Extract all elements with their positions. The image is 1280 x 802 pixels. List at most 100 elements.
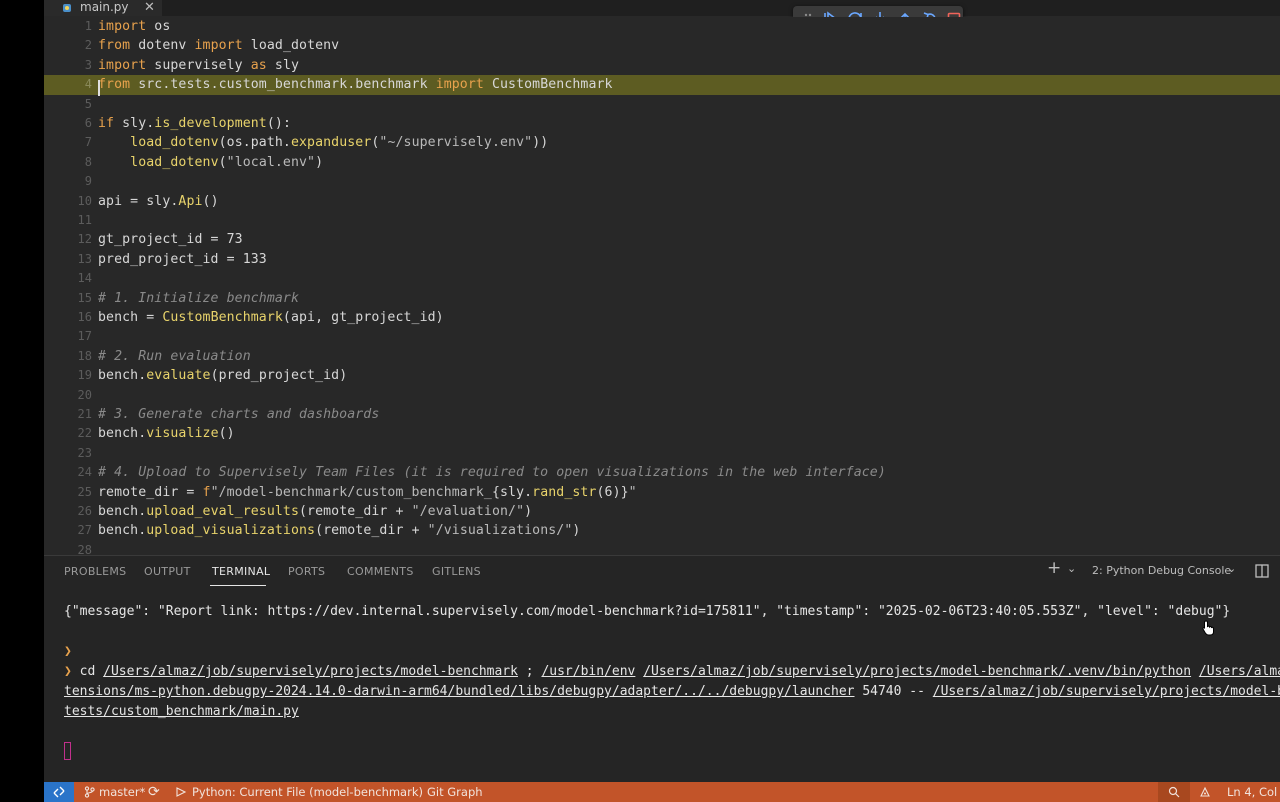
code-line: 7 load_dotenv(os.path.expanduser("~/supe…	[44, 133, 1280, 152]
terminal-path-link[interactable]: /Users/almaz/job/supervisely/projects/mo…	[643, 664, 1191, 679]
tab-gitlens[interactable]: GITLENS	[432, 565, 481, 579]
code-token: ()	[202, 193, 219, 209]
code-line: 14	[44, 269, 1280, 288]
line-number: 7	[84, 135, 92, 150]
feedback-icon[interactable]	[1199, 786, 1211, 798]
hand-pointer-cursor-icon	[1202, 620, 1214, 636]
code-token: ():	[266, 116, 291, 131]
git-branch-button[interactable]: master*	[99, 782, 145, 802]
code-token: import	[435, 77, 484, 93]
remote-indicator-button[interactable]	[44, 782, 74, 802]
code-token: {sly.	[491, 484, 533, 500]
code-line: 25 remote_dir = f"/model-benchmark/custo…	[44, 483, 1280, 502]
terminal-path-link[interactable]: tensions/ms-python.debugpy-2024.14.0-dar…	[64, 684, 855, 699]
code-token: )	[315, 154, 324, 170]
code-token: bench =	[98, 310, 163, 325]
tab-comments[interactable]: COMMENTS	[347, 565, 414, 579]
git-branch-icon	[84, 786, 95, 798]
code-token: from	[98, 38, 131, 54]
code-token: import	[98, 19, 147, 34]
chevron-down-icon[interactable]: ⌄	[1067, 561, 1076, 577]
line-number: 4	[84, 77, 92, 92]
code-comment: # 3. Generate charts and dashboards	[98, 407, 380, 422]
code-token: load_dotenv	[130, 135, 219, 151]
code-editor[interactable]: 1 import os 2 from dotenv import load_do…	[44, 17, 1280, 554]
python-debug-config[interactable]: Python: Current File (model-benchmark)	[192, 782, 423, 802]
bottom-panel: PROBLEMS OUTPUT TERMINAL PORTS COMMENTS …	[44, 555, 1280, 783]
code-token: import	[194, 38, 243, 54]
terminal-command-line: tensions/ms-python.debugpy-2024.14.0-dar…	[64, 682, 1280, 702]
python-file-icon	[63, 4, 71, 12]
code-token: bench.	[98, 368, 147, 384]
terminal-text: ;	[517, 664, 542, 679]
code-token: gt_project_id =	[98, 232, 227, 248]
terminal-text: 54740 --	[854, 684, 933, 699]
code-line: 18 # 2. Run evaluation	[44, 347, 1280, 366]
code-comment: # 4. Upload to Supervisely Team Files (i…	[98, 465, 886, 481]
line-number: 24	[77, 465, 92, 480]
code-token: upload_visualizations	[146, 523, 316, 539]
code-token: "/visualizations/"	[427, 523, 573, 539]
code-token: is_development	[154, 116, 267, 131]
terminal-output-line: {"message": "Report link: https://dev.in…	[64, 604, 1231, 619]
git-graph-button[interactable]: Git Graph	[427, 782, 483, 802]
tab-output[interactable]: OUTPUT	[144, 565, 191, 579]
add-terminal-button[interactable]: +	[1047, 560, 1061, 577]
line-number: 10	[77, 193, 92, 208]
line-number: 13	[77, 251, 92, 266]
terminal-selector[interactable]: 2: Python Debug Console	[1092, 563, 1231, 579]
line-number: 11	[77, 213, 92, 227]
sync-icon[interactable]: ⟳	[148, 782, 160, 802]
left-black-margin	[0, 0, 44, 802]
terminal-path-link[interactable]: tests/custom_benchmark/main.py	[64, 704, 299, 719]
remote-icon	[53, 786, 65, 798]
tab-filename: main.py	[80, 0, 129, 14]
terminal-command-line: ❯ cd /Users/almaz/job/supervisely/projec…	[64, 662, 1280, 682]
editor-tab-main-py[interactable]: main.py ✕	[44, 0, 162, 16]
line-number: 16	[77, 310, 92, 324]
code-token: api = sly.	[98, 193, 179, 209]
terminal-path-link[interactable]: /Users/almaz	[1199, 664, 1280, 679]
code-token: "local.env"	[226, 154, 316, 170]
code-line: 13 pred_project_id = 133	[44, 250, 1280, 269]
terminal-path-link[interactable]: /Users/almaz/job/supervisely/projects/mo…	[933, 684, 1280, 699]
debug-config-icon	[176, 787, 187, 797]
code-token: if	[98, 116, 115, 131]
code-token: "~/supervisely.env"	[379, 135, 533, 151]
code-token: (remote_dir +	[315, 523, 428, 539]
cursor-position[interactable]: Ln 4, Col	[1227, 782, 1277, 802]
code-token: f	[202, 484, 211, 500]
terminal-path-link[interactable]: /usr/bin/env	[541, 664, 635, 679]
code-line: 2 from dotenv import load_dotenv	[44, 36, 1280, 55]
chevron-down-icon[interactable]: ⌄	[1227, 561, 1236, 577]
code-line: 19 bench.evaluate(pred_project_id)	[44, 366, 1280, 385]
code-token: "/evaluation/"	[411, 504, 525, 519]
code-token: (api, gt_project_id)	[282, 310, 444, 325]
terminal-command-line: tests/custom_benchmark/main.py	[64, 702, 299, 722]
code-token: remote_dir =	[98, 484, 203, 500]
code-comment: # 2. Run evaluation	[98, 348, 251, 364]
tab-ports[interactable]: PORTS	[288, 565, 325, 579]
code-token: as	[250, 57, 267, 73]
code-line: 27 bench.upload_visualizations(remote_di…	[44, 521, 1280, 540]
code-token: visualize	[146, 426, 219, 442]
terminal-path-link[interactable]: /Users/almaz/job/supervisely/projects/mo…	[103, 664, 518, 679]
tab-problems[interactable]: PROBLEMS	[64, 565, 126, 579]
text-cursor	[98, 80, 100, 96]
split-panel-icon[interactable]	[1255, 564, 1269, 578]
line-number: 8	[84, 154, 92, 169]
code-token: )	[524, 504, 533, 519]
close-icon[interactable]: ✕	[144, 0, 155, 15]
line-number: 22	[77, 426, 92, 441]
code-token: load_dotenv	[130, 154, 219, 170]
tab-terminal[interactable]: TERMINAL	[212, 565, 270, 579]
code-token: bench.	[98, 426, 147, 442]
code-line: 17	[44, 327, 1280, 346]
code-token: upload_eval_results	[146, 504, 300, 519]
code-token: bench.	[98, 523, 147, 539]
zoom-button[interactable]	[1158, 782, 1190, 802]
line-number: 18	[77, 348, 92, 363]
code-token: (pred_project_id)	[210, 368, 348, 384]
